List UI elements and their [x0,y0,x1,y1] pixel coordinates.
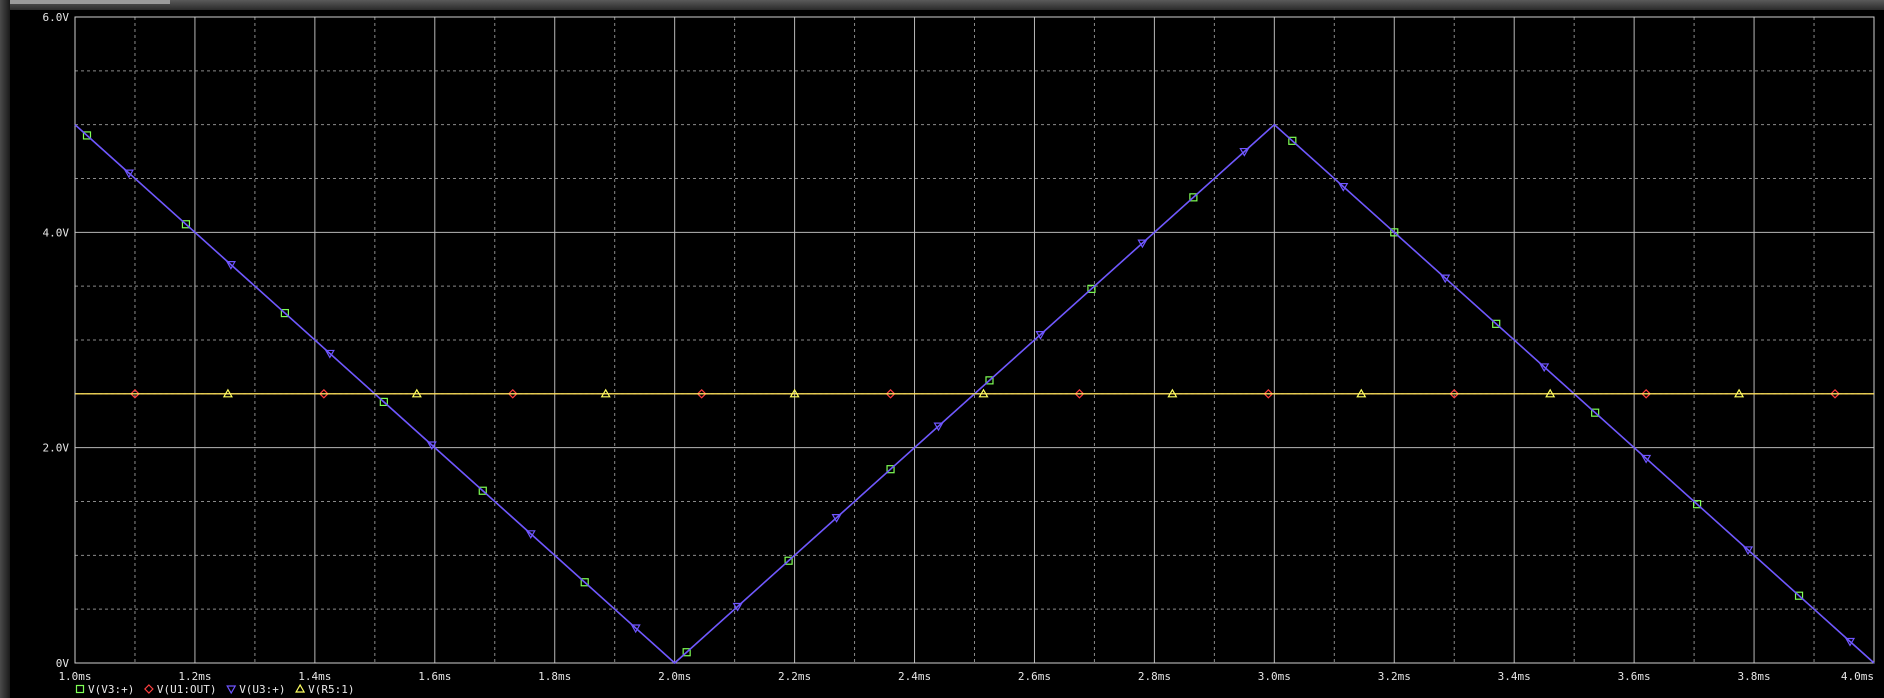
x-tick-label: 1.4ms [298,670,331,683]
x-tick-label: 3.6ms [1618,670,1651,683]
legend-item: V(U1:OUT) [144,683,217,696]
legend-label: V(R5:1) [308,683,354,696]
x-tick-label: 1.2ms [178,670,211,683]
x-tick-label: 2.0ms [658,670,691,683]
legend-label: V(V3:+) [88,683,134,696]
legend-marker [295,683,306,693]
legend-marker [75,684,85,694]
x-tick-label: 3.4ms [1498,670,1531,683]
x-tick-label: 4.0ms [1841,670,1874,683]
x-tick-label: 2.8ms [1138,670,1171,683]
x-tick-label: 2.4ms [898,670,931,683]
legend-marker [144,684,154,694]
legend-label: V(U3:+) [239,683,285,696]
y-axis-ticks: 0V 2.0V 4.0V 6.0V [43,11,70,670]
legend: V(V3:+) V(U1:OUT) V(U3:+) V(R5:1) [75,683,354,696]
x-tick-label: 1.8ms [538,670,571,683]
grid-minor [75,17,1874,663]
x-axis-ticks: 1.0ms 1.2ms 1.4ms 1.6ms 1.8ms 2.0ms 2.2ms 2.4ms… [58,670,1874,683]
x-tick-label: 1.6ms [418,670,451,683]
legend-item: V(R5:1) [295,683,354,696]
y-tick-label: 0V [56,657,70,670]
y-tick-label: 2.0V [43,442,70,455]
x-tick-label: 3.2ms [1378,670,1411,683]
legend-item: V(V3:+) [75,683,134,696]
waveform-plot[interactable]: 1.0ms 1.2ms 1.4ms 1.6ms 1.8ms 2.0ms 2.2ms 2.4ms… [0,0,1884,698]
x-tick-label: 1.0ms [58,670,91,683]
x-tick-label: 2.2ms [778,670,811,683]
y-tick-label: 4.0V [43,226,70,239]
legend-marker [226,685,237,695]
x-tick-label: 3.0ms [1258,670,1291,683]
y-tick-label: 6.0V [43,11,70,24]
legend-item: V(U3:+) [226,683,286,696]
x-tick-label: 2.6ms [1018,670,1051,683]
x-tick-label: 3.8ms [1738,670,1771,683]
legend-label: V(U1:OUT) [157,683,217,696]
